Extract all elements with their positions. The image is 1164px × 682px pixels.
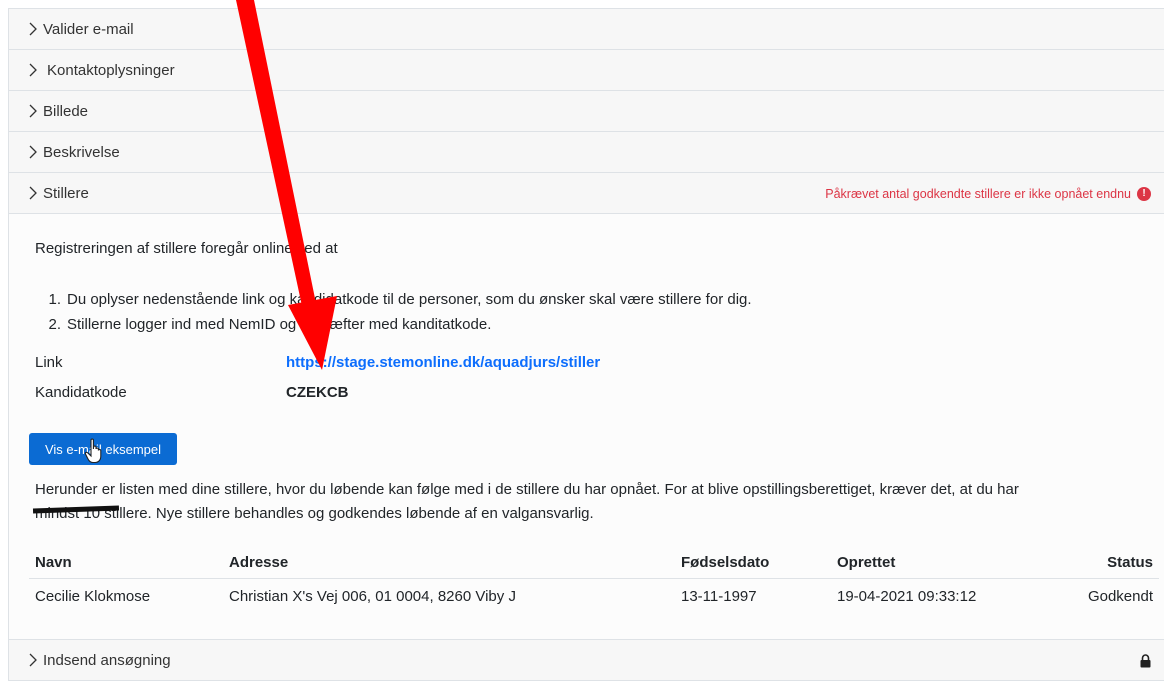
- section-kontaktoplysninger[interactable]: Kontaktoplysninger: [9, 50, 1164, 91]
- col-oprettet: Oprettet: [831, 546, 1063, 579]
- section-billede[interactable]: Billede: [9, 91, 1164, 132]
- hand-cursor-icon: [84, 438, 102, 464]
- link-label: Link: [35, 354, 63, 371]
- section-stillere[interactable]: Stillere Påkrævet antal godkendte stille…: [9, 173, 1164, 214]
- col-status: Status: [1063, 546, 1159, 579]
- table-header-row: Navn Adresse Fødselsdato Oprettet Status: [29, 546, 1159, 579]
- stillere-steps: 1. Du oplyser nedenstående link og kandid…: [35, 287, 752, 337]
- cell-oprettet: 19-04-2021 09:33:12: [837, 587, 977, 605]
- section-label: Kontaktoplysninger: [47, 61, 175, 79]
- step-text: Du oplyser nedenstående link og kandidat…: [67, 291, 752, 308]
- col-navn: Navn: [29, 546, 223, 579]
- stillere-warning: Påkrævet antal godkendte stillere er ikk…: [825, 173, 1151, 214]
- step-number: 2.: [48, 316, 61, 333]
- section-label: Stillere: [43, 184, 89, 202]
- section-valider-email[interactable]: Valider e-mail: [9, 9, 1164, 50]
- section-label: Valider e-mail: [43, 20, 134, 38]
- cell-adresse: Christian X's Vej 006, 01 0004, 8260 Vib…: [229, 587, 516, 605]
- code-label: Kandidatkode: [35, 384, 127, 401]
- stiller-link[interactable]: https://stage.stemonline.dk/aquadjurs/st…: [286, 354, 600, 371]
- table-row: Cecilie Klokmose Christian X's Vej 006, …: [29, 579, 1159, 614]
- section-label: Indsend ansøgning: [43, 651, 171, 669]
- chevron-right-icon: [29, 22, 41, 36]
- section-indsend-ansoegning[interactable]: Indsend ansøgning: [9, 640, 1164, 681]
- step-item: 1. Du oplyser nedenstående link og kandid…: [35, 287, 752, 312]
- stillere-description: Herunder er listen med dine stillere, hv…: [35, 478, 1164, 526]
- description-line-2: mindst 10 stillere. Nye stillere behandl…: [35, 505, 594, 522]
- lock-icon: [1140, 640, 1151, 681]
- chevron-right-icon: [29, 104, 41, 118]
- chevron-right-icon: [29, 186, 41, 200]
- description-line-1: Herunder er listen med dine stillere, hv…: [35, 481, 1019, 498]
- section-label: Beskrivelse: [43, 143, 120, 161]
- stillere-panel: Registreringen af stillere foregår onlin…: [9, 214, 1164, 640]
- chevron-right-icon: [29, 145, 41, 159]
- chevron-right-icon: [29, 653, 41, 667]
- step-text: Stillerne logger ind med NemID og bekræf…: [67, 316, 492, 333]
- exclamation-circle-icon: !: [1137, 186, 1151, 201]
- stillere-intro: Registreringen af stillere foregår onlin…: [35, 240, 338, 257]
- col-foedselsdato: Fødselsdato: [675, 546, 831, 579]
- stillere-warning-text: Påkrævet antal godkendte stillere er ikk…: [825, 186, 1131, 201]
- cell-foedselsdato: 13-11-1997: [681, 587, 757, 605]
- chevron-right-icon: [29, 63, 41, 77]
- step-item: 2. Stillerne logger ind med NemID og bekr…: [35, 312, 752, 337]
- cell-status: Godkendt: [1087, 587, 1153, 605]
- section-label: Billede: [43, 102, 89, 120]
- application-accordion: Valider e-mail Kontaktoplysninger Billed…: [8, 8, 1164, 681]
- step-number: 1.: [48, 291, 61, 308]
- section-beskrivelse[interactable]: Beskrivelse: [9, 132, 1164, 173]
- cell-navn: Cecilie Klokmose: [35, 587, 151, 605]
- col-adresse: Adresse: [223, 546, 675, 579]
- kandidatkode-value: CZEKCB: [286, 384, 349, 401]
- stillere-table: Navn Adresse Fødselsdato Oprettet Status…: [29, 546, 1159, 613]
